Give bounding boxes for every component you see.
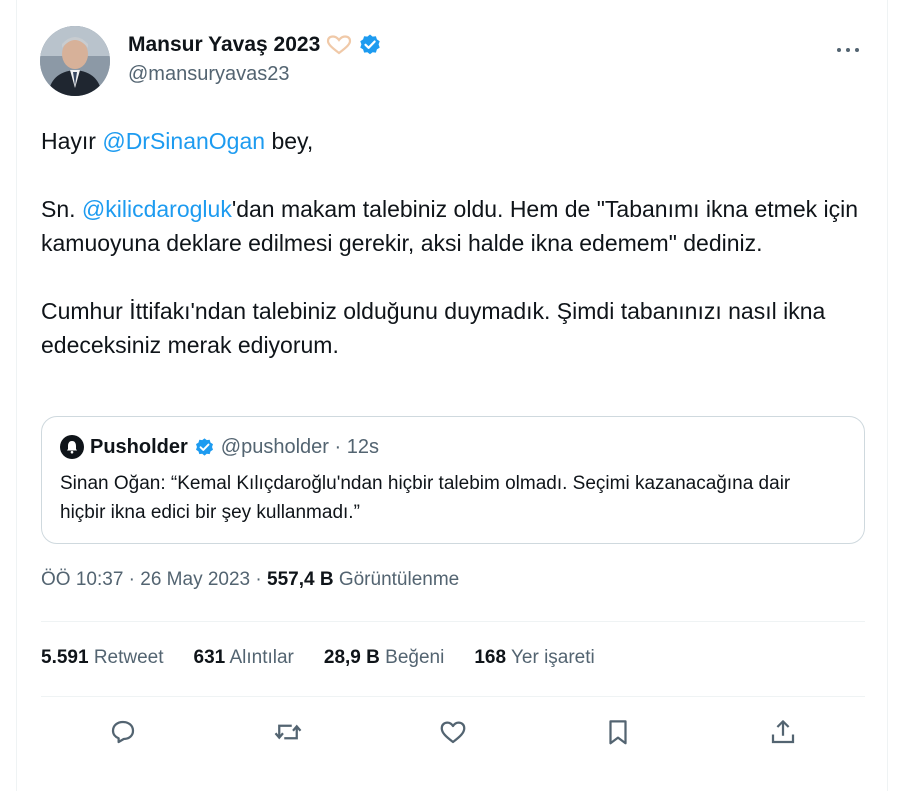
- retweet-button[interactable]: [273, 717, 303, 747]
- share-icon: [771, 720, 795, 744]
- text-segment: Sn.: [41, 196, 82, 222]
- retweet-count[interactable]: 5.591 Retweet: [41, 647, 164, 669]
- text-segment: Hayır: [41, 128, 103, 154]
- stat-label: Yer işareti: [506, 647, 595, 668]
- quoted-tweet-header: Pusholder @pusholder · 12s: [60, 435, 379, 459]
- bookmark-button[interactable]: [603, 717, 633, 747]
- reply-icon: [111, 720, 135, 744]
- action-bar: [0, 717, 900, 749]
- stat-label: Retweet: [88, 647, 164, 668]
- heart-hands-icon: [327, 35, 352, 55]
- stat-label: Beğeni: [379, 647, 445, 668]
- more-options-icon[interactable]: [836, 34, 860, 60]
- tweet-text: Hayır @DrSinanOgan bey, Sn. @kilicdarogl…: [41, 124, 871, 396]
- like-button[interactable]: [438, 717, 468, 747]
- bell-icon: [67, 441, 77, 454]
- divider: [41, 621, 865, 622]
- bookmark-count[interactable]: 168 Yer işareti: [474, 647, 594, 669]
- mention-link[interactable]: @kilicdarogluk: [82, 196, 232, 222]
- stat-value: 168: [474, 647, 507, 668]
- stat-value: 28,9 B: [323, 647, 380, 668]
- stat-label: Alıntılar: [225, 647, 294, 668]
- quoted-tweet[interactable]: Pusholder @pusholder · 12s Sinan Oğan: “…: [41, 416, 865, 544]
- author-name-row: Mansur Yavaş 2023: [128, 33, 382, 57]
- author-handle[interactable]: @mansuryavas23: [128, 63, 289, 86]
- like-icon: [440, 721, 466, 744]
- divider: [41, 696, 865, 697]
- view-label: Görüntülenme: [333, 569, 460, 590]
- author-name[interactable]: Mansur Yavaş 2023: [128, 33, 320, 57]
- avatar-photo: [40, 26, 110, 96]
- quoted-tweet-text: Sinan Oğan: “Kemal Kılıçdaroğlu'ndan hiç…: [60, 473, 791, 523]
- reply-button[interactable]: [108, 717, 138, 747]
- retweet-icon: [274, 724, 302, 740]
- view-count: 557,4 B: [267, 569, 334, 590]
- quoted-author-handle: @pusholder · 12s: [220, 435, 379, 458]
- engagement-stats: 5.591 Retweet 631 Alıntılar 28,9 B Beğen…: [41, 647, 595, 669]
- tweet-paragraph: Hayır @DrSinanOgan bey,: [41, 124, 871, 158]
- more-horizontal-icon: [837, 48, 859, 52]
- stat-value: 5.591: [41, 647, 89, 668]
- mention-link[interactable]: @DrSinanOgan: [102, 128, 265, 154]
- tweet-timestamp[interactable]: ÖÖ 10:37 · 26 May 2023 ·: [41, 569, 267, 590]
- pusholder-avatar: [60, 435, 84, 459]
- text-segment: bey,: [265, 128, 314, 154]
- stat-value: 631: [193, 647, 226, 668]
- tweet-paragraph: Sn. @kilicdarogluk'dan makam talebiniz o…: [41, 192, 871, 260]
- verified-badge-icon: [195, 437, 213, 456]
- quoted-author-name: Pusholder: [90, 435, 188, 458]
- verified-badge-icon[interactable]: [358, 33, 382, 57]
- like-count[interactable]: 28,9 B Beğeni: [324, 647, 444, 669]
- tweet-meta: ÖÖ 10:37 · 26 May 2023 · 557,4 B Görüntü…: [41, 569, 459, 591]
- tweet-paragraph: Cumhur İttifakı'ndan talebiniz olduğunu …: [41, 298, 826, 358]
- share-button[interactable]: [768, 717, 798, 747]
- bookmark-icon: [609, 720, 627, 745]
- quote-count[interactable]: 631 Alıntılar: [194, 647, 294, 669]
- author-avatar[interactable]: [40, 26, 110, 96]
